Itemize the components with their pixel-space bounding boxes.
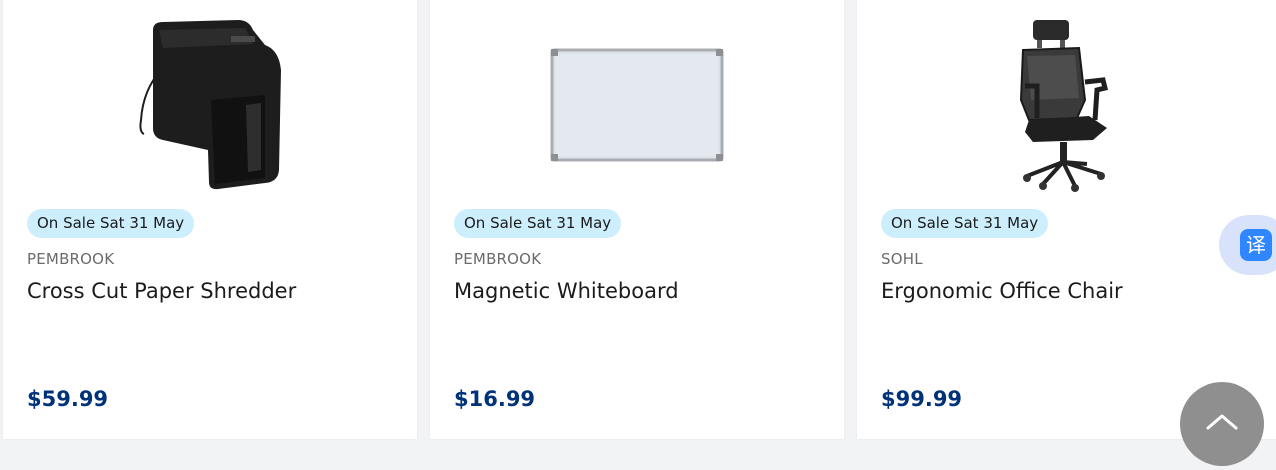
product-price: $59.99 (27, 387, 109, 411)
paper-shredder-image (139, 20, 281, 190)
product-image[interactable] (430, 0, 844, 200)
translate-icon: 译 (1240, 229, 1272, 261)
office-chair-image (1019, 20, 1109, 192)
product-price: $16.99 (454, 387, 536, 411)
sale-badge: On Sale Sat 31 May (454, 209, 622, 238)
product-title[interactable]: Cross Cut Paper Shredder (27, 279, 296, 303)
product-price: $99.99 (881, 387, 963, 411)
product-title[interactable]: Ergonomic Office Chair (881, 279, 1123, 303)
whiteboard-image (550, 48, 724, 162)
scroll-to-top-button[interactable] (1180, 382, 1264, 466)
sale-badge: On Sale Sat 31 May (881, 209, 1049, 238)
product-brand: PEMBROOK (27, 250, 115, 268)
product-card[interactable]: On Sale Sat 31 May SOHL Ergonomic Office… (857, 0, 1276, 439)
product-card[interactable]: On Sale Sat 31 May PEMBROOK Cross Cut Pa… (3, 0, 417, 439)
translate-button[interactable]: 译 (1219, 215, 1276, 275)
product-brand: PEMBROOK (454, 250, 542, 268)
sale-badge: On Sale Sat 31 May (27, 209, 195, 238)
chevron-up-icon (1206, 414, 1238, 430)
product-image[interactable] (3, 0, 417, 200)
product-card[interactable]: On Sale Sat 31 May PEMBROOK Magnetic Whi… (430, 0, 844, 439)
product-image[interactable] (857, 0, 1276, 200)
product-brand: SOHL (881, 250, 923, 268)
product-grid: On Sale Sat 31 May PEMBROOK Cross Cut Pa… (3, 0, 1276, 439)
product-title[interactable]: Magnetic Whiteboard (454, 279, 679, 303)
